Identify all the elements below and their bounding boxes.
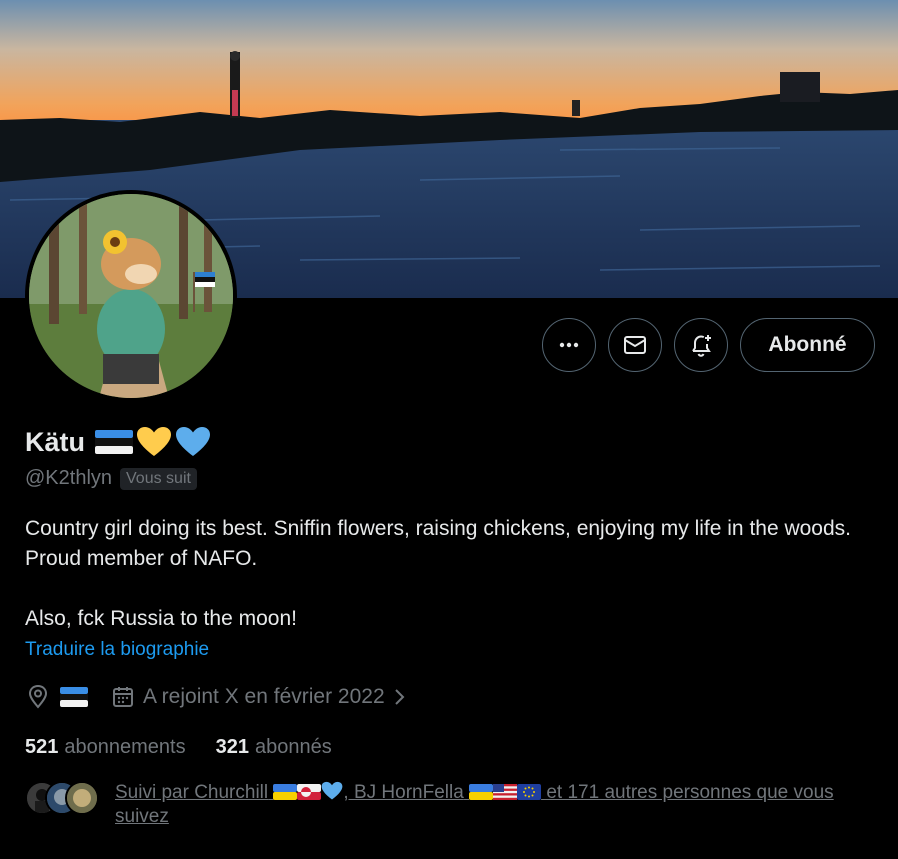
location xyxy=(25,684,89,710)
greenland-flag-icon xyxy=(297,784,322,800)
followed-by: Suivi par Churchill , BJ HornFella et 17… xyxy=(25,781,875,829)
following-link[interactable]: 521 abonnements xyxy=(25,736,186,759)
follower-avatars[interactable] xyxy=(25,781,99,815)
handle-row: @K2thlyn Vous suit xyxy=(25,467,197,490)
blue-heart-icon xyxy=(176,427,210,456)
followers-label: abonnés xyxy=(254,736,332,758)
following-count: 521 xyxy=(25,736,59,758)
followers-count: 321 xyxy=(215,736,249,758)
bell-plus-icon xyxy=(692,335,711,357)
followers-link[interactable]: 321 abonnés xyxy=(216,736,332,759)
profile-meta: A rejoint X en février 2022 xyxy=(25,684,407,710)
name-emojis xyxy=(95,426,211,458)
translate-bio-link[interactable]: Traduire la biographie xyxy=(25,639,209,661)
eu-flag-icon xyxy=(517,784,542,800)
follows-you-badge: Vous suit xyxy=(120,467,197,490)
followed-by-text[interactable]: Suivi par Churchill , BJ HornFella et 17… xyxy=(115,781,875,829)
following-label: abonnements xyxy=(64,736,186,758)
display-name-row: Kätu xyxy=(25,426,211,458)
more-horizontal-icon xyxy=(559,342,579,348)
chevron-right-icon xyxy=(394,689,405,705)
joined-date[interactable]: A rejoint X en février 2022 xyxy=(111,685,407,709)
following-button[interactable]: Abonné xyxy=(740,318,875,372)
bio: Country girl doing its best. Sniffin flo… xyxy=(25,517,852,630)
estonia-flag-icon xyxy=(95,430,133,454)
calendar-icon xyxy=(113,687,133,707)
estonia-flag-icon xyxy=(60,687,88,707)
mail-icon xyxy=(624,336,646,354)
followed-by-prefix: Suivi par Churchill xyxy=(115,782,269,803)
handle: @K2thlyn xyxy=(25,467,113,489)
followed-by-second: , BJ HornFella xyxy=(343,782,464,803)
location-pin-icon xyxy=(28,684,48,709)
follow-stats: 521 abonnements 321 abonnés xyxy=(25,736,332,759)
blue-heart-icon xyxy=(322,781,343,800)
usa-flag-icon xyxy=(493,784,518,800)
notify-button[interactable] xyxy=(674,318,728,372)
joined-text: A rejoint X en février 2022 xyxy=(143,685,385,708)
more-button[interactable] xyxy=(542,318,596,372)
profile-actions: Abonné xyxy=(0,318,898,372)
avatar xyxy=(65,781,99,815)
ukraine-flag-icon xyxy=(469,784,494,800)
ukraine-flag-icon xyxy=(273,784,298,800)
display-name: Kätu xyxy=(25,426,85,457)
message-button[interactable] xyxy=(608,318,662,372)
yellow-heart-icon xyxy=(137,427,171,456)
